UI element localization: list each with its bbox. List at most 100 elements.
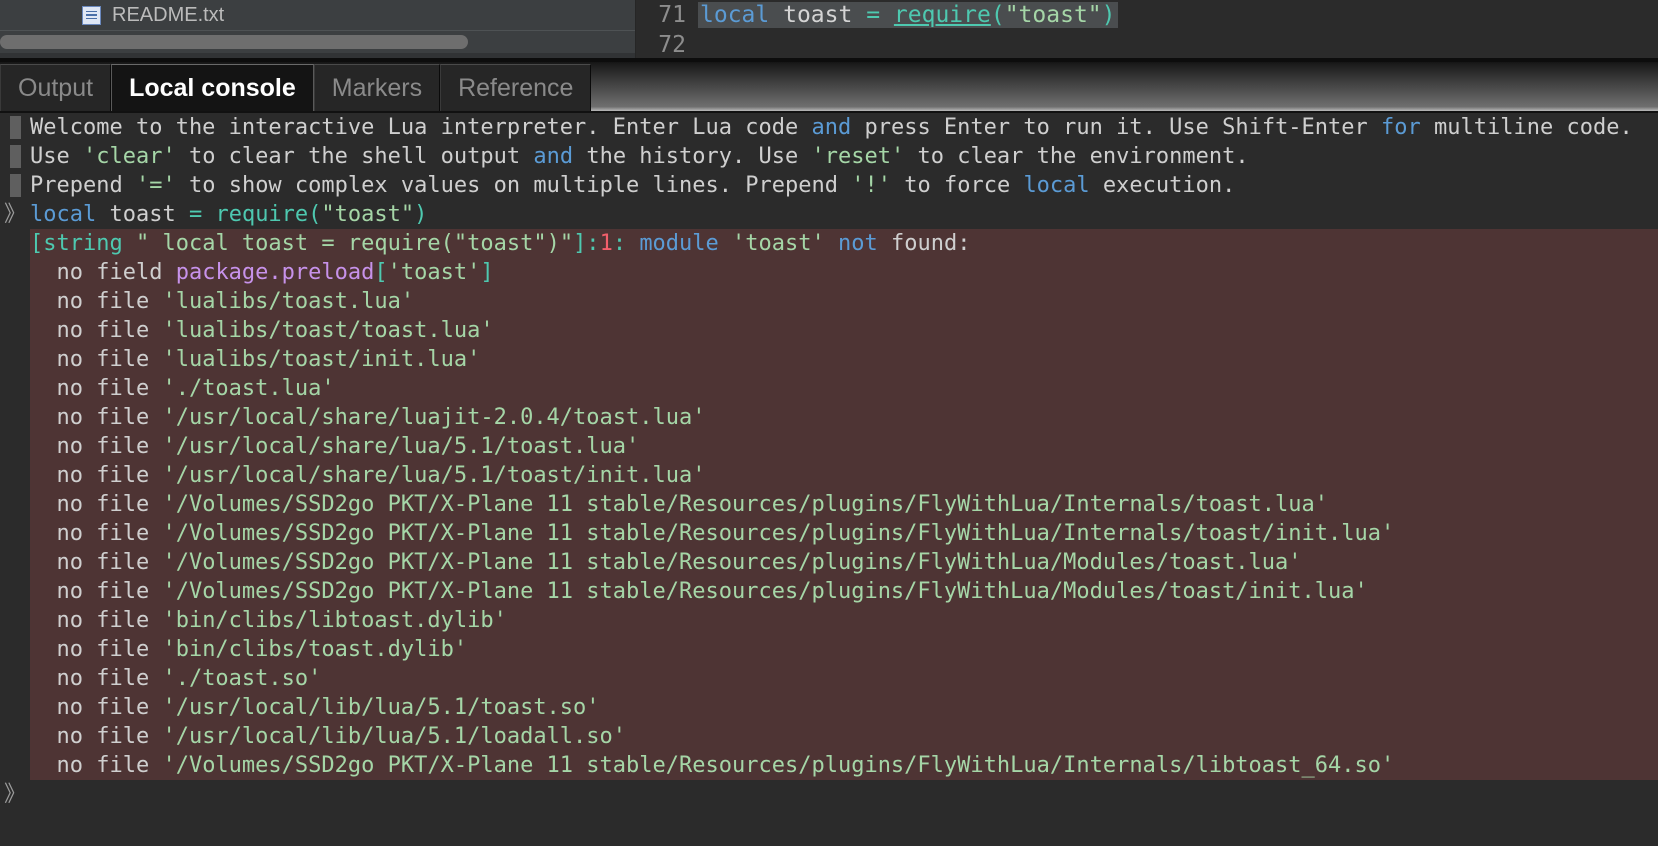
console-error-line: no file 'lualibs/toast/toast.lua' — [0, 316, 1658, 345]
error-token: no file — [30, 521, 163, 546]
editor-line[interactable]: 72 — [636, 30, 1658, 58]
console-token: press Enter to run it. Use Shift-Enter — [851, 115, 1382, 140]
console-error-line: no file '/usr/local/share/lua/5.1/toast/… — [0, 461, 1658, 490]
prompt-chevron-icon: 》 — [3, 782, 26, 807]
console-token: 'clear' — [82, 144, 176, 169]
console-error-line: no file 'lualibs/toast.lua' — [0, 287, 1658, 316]
console-history-line: 》 local toast = require("toast") — [0, 200, 1658, 229]
console-input-row[interactable]: 》 — [0, 780, 1658, 826]
console-error-line: no file '/Volumes/SSD2go PKT/X-Plane 11 … — [0, 490, 1658, 519]
console-tab-bar: Output Local console Markers Reference — [0, 58, 1658, 113]
console-token: 'reset' — [811, 144, 905, 169]
console-token: execution. — [1089, 173, 1236, 198]
error-token — [719, 231, 732, 256]
console-token: '!' — [851, 173, 891, 198]
error-line-text: no file '/Volumes/SSD2go PKT/X-Plane 11 … — [30, 548, 1301, 577]
error-token: '/Volumes/SSD2go PKT/X-Plane 11 stable/R… — [162, 492, 1329, 517]
top-section: README.txt 71 local toast = require("toa… — [0, 0, 1658, 58]
tab-reference[interactable]: Reference — [440, 64, 592, 111]
horizontal-scrollbar-thumb[interactable] — [0, 35, 468, 49]
error-token: not — [838, 231, 878, 256]
console-error-line: no field package.preload['toast'] — [0, 258, 1658, 287]
console-token: Prepend — [30, 173, 136, 198]
error-token: no file — [30, 492, 163, 517]
console-error-line: no file 'lualibs/toast/init.lua' — [0, 345, 1658, 374]
error-token: '/Volumes/SSD2go PKT/X-Plane 11 stable/R… — [162, 521, 1395, 546]
error-line-gutter — [0, 258, 30, 287]
error-token: no file — [30, 463, 163, 488]
error-line-text: no file 'lualibs/toast.lua' — [30, 287, 414, 316]
console-token: to clear the environment. — [904, 144, 1249, 169]
error-line-gutter — [0, 461, 30, 490]
console-token: require — [215, 202, 309, 227]
error-line-text: no file '/usr/local/share/luajit-2.0.4/t… — [30, 403, 705, 432]
code-editor-panel[interactable]: 71 local toast = require("toast") 72 — [636, 0, 1658, 58]
error-token: 'toast' — [732, 231, 825, 256]
prompt-glyph: 》 — [3, 202, 26, 227]
line-number: 71 — [658, 2, 686, 28]
editor-code[interactable]: local toast = require("toast") — [698, 0, 1118, 30]
line-marker-block — [9, 174, 21, 197]
error-line-gutter — [0, 229, 30, 258]
console-token: to force — [890, 173, 1024, 198]
console-token: ( — [308, 202, 322, 227]
line-marker-block — [9, 116, 21, 139]
error-line-gutter — [0, 374, 30, 403]
error-token: no file — [30, 695, 163, 720]
line-marker-icon — [0, 142, 30, 171]
error-line-text: no file 'lualibs/toast/toast.lua' — [30, 316, 493, 345]
error-token: '/usr/local/lib/lua/5.1/loadall.so' — [162, 724, 627, 749]
error-token: '/usr/local/lib/lua/5.1/toast.so' — [162, 695, 600, 720]
error-token: no file — [30, 405, 163, 430]
tree-item-readme[interactable]: README.txt — [0, 0, 635, 30]
error-token: no file — [30, 608, 163, 633]
tree-item-label: README.txt — [112, 3, 225, 26]
error-token: module — [639, 231, 719, 256]
token-function-require[interactable]: require — [894, 2, 991, 28]
error-token: no file — [30, 347, 163, 372]
console-token: multiline code. — [1420, 115, 1633, 140]
error-token: no file — [30, 666, 163, 691]
console-token: "toast" — [321, 202, 415, 227]
error-line-gutter — [0, 693, 30, 722]
error-token: 'bin/clibs/libtoast.dylib' — [162, 608, 507, 633]
token-string: "toast" — [1004, 2, 1102, 28]
error-line-text: no file '/Volumes/SSD2go PKT/X-Plane 11 … — [30, 751, 1394, 780]
error-token: ] — [480, 260, 494, 285]
console-token: toast — [96, 202, 189, 227]
token-identifier: toast — [769, 2, 867, 28]
error-token: './toast.so' — [162, 666, 322, 691]
line-marker-icon — [0, 171, 30, 200]
error-token — [825, 231, 838, 256]
error-line-text: no field package.preload['toast'] — [30, 258, 494, 287]
error-token: no file — [30, 724, 163, 749]
console-token: and — [533, 144, 574, 169]
error-token: 1 — [599, 231, 613, 256]
error-token: no file — [30, 318, 163, 343]
error-token: '/Volumes/SSD2go PKT/X-Plane 11 stable/R… — [162, 579, 1368, 604]
editor-line[interactable]: 71 local toast = require("toast") — [636, 0, 1658, 30]
error-line-text: no file './toast.so' — [30, 664, 321, 693]
tab-markers[interactable]: Markers — [313, 64, 441, 111]
error-token: no file — [30, 289, 163, 314]
error-line-text: [string " local toast = require("toast")… — [30, 229, 970, 258]
console-error-line: no file '/usr/local/share/luajit-2.0.4/t… — [0, 403, 1658, 432]
token-paren-close: ) — [1101, 2, 1116, 28]
error-line-gutter — [0, 664, 30, 693]
error-token: no file — [30, 579, 163, 604]
file-tree-panel[interactable]: README.txt — [0, 0, 636, 58]
horizontal-scrollbar[interactable] — [0, 31, 635, 53]
error-token: no field — [30, 260, 176, 285]
local-console-output[interactable]: Welcome to the interactive Lua interpret… — [0, 113, 1658, 846]
tab-local-console[interactable]: Local console — [111, 64, 314, 111]
error-line-text: no file '/usr/local/lib/lua/5.1/toast.so… — [30, 693, 600, 722]
error-token: ]: — [573, 231, 600, 256]
error-line-text: no file 'bin/clibs/toast.dylib' — [30, 635, 467, 664]
text-file-icon — [82, 5, 101, 25]
error-line-gutter — [0, 635, 30, 664]
error-line-gutter — [0, 345, 30, 374]
tab-output[interactable]: Output — [0, 64, 112, 111]
error-token: no file — [30, 550, 163, 575]
console-token: Use — [30, 144, 83, 169]
